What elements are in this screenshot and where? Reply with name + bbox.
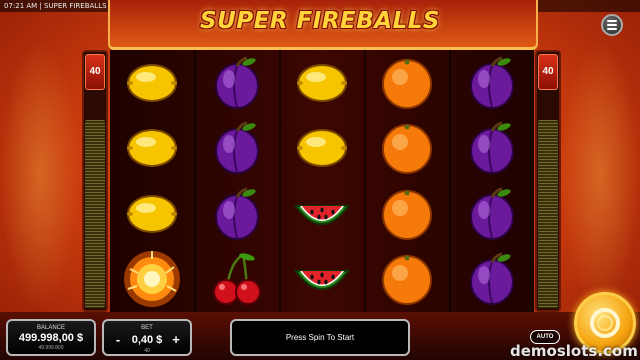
balance-credits: 49.999.800 [38, 345, 64, 351]
balance-value: 499.998,00 $ [18, 332, 84, 344]
bet-credits: 40 [144, 348, 150, 354]
reel-1-row-2 [110, 116, 195, 182]
orange-icon [381, 255, 432, 306]
reel-4-row-3 [364, 181, 449, 247]
game-title: SUPER FIREBALLS [200, 8, 440, 34]
orange-icon [381, 58, 432, 109]
reel-5-row-3 [449, 181, 534, 247]
reel-divider [194, 50, 196, 312]
reel-divider [449, 50, 451, 312]
plum-icon [215, 121, 260, 175]
payline-indicator-left [85, 120, 105, 308]
bet-label: BET [141, 325, 153, 331]
fireball-icon [124, 251, 181, 308]
right-glow [560, 40, 640, 310]
reel-3-row-4 [280, 247, 365, 313]
reel-2-row-2 [195, 116, 280, 182]
reel-2-row-4 [195, 247, 280, 313]
reel-1-row-3 [110, 181, 195, 247]
cherry-icon [213, 253, 262, 306]
lemon-icon [127, 194, 178, 233]
reel-3-row-3 [280, 181, 365, 247]
reel-divider [364, 50, 366, 312]
balance-label: BALANCE [36, 325, 65, 331]
reel-grid [110, 50, 534, 312]
message-display: Press Spin To Start [230, 319, 410, 356]
plum-icon [469, 121, 514, 175]
spin-icon [590, 308, 620, 338]
orange-icon [381, 189, 432, 240]
plum-icon [469, 187, 514, 240]
lemon-icon [296, 129, 347, 168]
reel-5-row-1 [449, 50, 534, 116]
reel-4-row-2 [364, 116, 449, 182]
plum-icon [469, 252, 514, 306]
reel-1-row-4 [110, 247, 195, 313]
bet-increase-button[interactable]: + [170, 332, 182, 347]
lemon-icon [127, 63, 178, 102]
bet-decrease-button[interactable]: - [112, 332, 124, 347]
lemon-icon [296, 63, 347, 102]
reel-3-row-1 [280, 50, 365, 116]
reel-4-row-4 [364, 247, 449, 313]
bet-display: BET - 0,40 $ + 40 [102, 319, 192, 356]
reel-3-row-2 [280, 116, 365, 182]
reel-5-row-2 [449, 116, 534, 182]
plum-icon [215, 187, 260, 240]
lines-badge-left: 40 [85, 54, 105, 90]
plum-icon [215, 56, 260, 109]
payline-indicator-right [538, 120, 558, 308]
bet-value: 0,40 $ [131, 334, 163, 346]
watermark: demoslots.com [510, 342, 638, 360]
reel-1-row-1 [110, 50, 195, 116]
watermelon-icon [294, 270, 350, 291]
reel-4-row-1 [364, 50, 449, 116]
reel-5-row-4 [449, 247, 534, 313]
watermelon-icon [294, 204, 350, 225]
plum-icon [469, 56, 514, 109]
menu-button[interactable] [601, 14, 623, 36]
reel-2-row-1 [195, 50, 280, 116]
lemon-icon [127, 129, 178, 168]
lines-badge-right: 40 [538, 54, 558, 90]
left-glow [0, 40, 80, 310]
reel-divider [279, 50, 281, 312]
orange-icon [381, 124, 432, 175]
reel-2-row-3 [195, 181, 280, 247]
menu-icon [607, 20, 617, 22]
balance-display: BALANCE 499.998,00 $ 49.999.800 [6, 319, 96, 356]
